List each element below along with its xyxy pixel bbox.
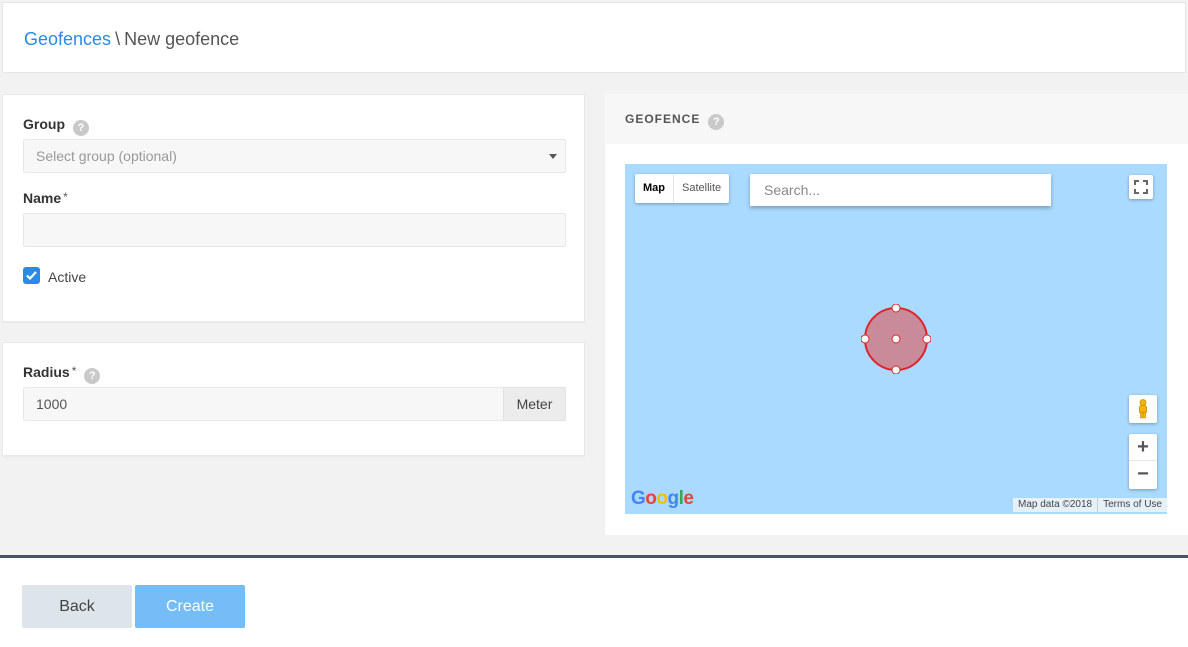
radius-label: Radius *? <box>23 364 101 384</box>
group-select[interactable]: Select group (optional) <box>23 139 566 173</box>
active-label: Active <box>48 269 87 285</box>
geofence-card: GEOFENCE? Map Satellite Search... + − Go… <box>605 94 1188 535</box>
zoom-out-button[interactable]: − <box>1129 461 1157 488</box>
zoom-control: + − <box>1129 434 1157 489</box>
breadcrumb: Geofences \ New geofence <box>24 29 239 50</box>
terms-of-use-link[interactable]: Terms of Use <box>1097 498 1167 512</box>
center-handle[interactable] <box>891 334 901 344</box>
form-footer: Back Create <box>0 555 1188 647</box>
chevron-down-icon <box>549 154 557 159</box>
radius-handle-top[interactable] <box>891 304 901 313</box>
radius-card: Radius *? 1000 Meter <box>2 342 585 456</box>
breadcrumb-current: New geofence <box>124 29 240 49</box>
group-select-placeholder: Select group (optional) <box>36 148 177 164</box>
fullscreen-icon <box>1134 180 1148 194</box>
pegman-icon <box>1139 399 1147 419</box>
geofence-title: GEOFENCE? <box>625 112 725 130</box>
map-attribution: Map data ©2018 Terms of Use <box>1013 498 1167 512</box>
checkmark-icon <box>26 271 37 281</box>
google-logo: Google <box>631 488 694 509</box>
radius-label-text: Radius <box>23 364 70 380</box>
map-type-control: Map Satellite <box>635 174 730 203</box>
breadcrumb-link-geofences[interactable]: Geofences <box>24 29 111 49</box>
map-type-map-button[interactable]: Map <box>635 174 674 203</box>
required-mark: * <box>71 364 77 378</box>
name-label-text: Name <box>23 190 62 206</box>
radius-handle-right[interactable] <box>922 334 931 344</box>
breadcrumb-separator: \ <box>115 29 121 49</box>
radius-input[interactable]: 1000 <box>23 387 504 421</box>
radius-handle-left[interactable] <box>861 334 870 344</box>
street-view-button[interactable] <box>1129 395 1157 423</box>
general-settings-card: Group? Select group (optional) Name * Act… <box>2 94 585 322</box>
geofence-title-text: GEOFENCE <box>625 112 701 126</box>
radius-unit-addon: Meter <box>503 387 566 421</box>
active-checkbox[interactable] <box>23 267 40 284</box>
page-header: Geofences \ New geofence <box>2 2 1186 73</box>
zoom-in-button[interactable]: + <box>1129 434 1157 461</box>
fullscreen-button[interactable] <box>1129 175 1153 199</box>
group-label-text: Group <box>23 116 65 132</box>
create-button[interactable]: Create <box>135 585 245 628</box>
group-label: Group? <box>23 116 89 136</box>
map-search-input[interactable]: Search... <box>750 174 1051 206</box>
geofence-circle[interactable] <box>861 304 931 374</box>
geofence-card-header: GEOFENCE? <box>605 94 1188 144</box>
group-help-icon[interactable]: ? <box>73 120 89 136</box>
radius-help-icon[interactable]: ? <box>84 368 101 384</box>
back-button[interactable]: Back <box>22 585 132 628</box>
map-data-text: Map data ©2018 <box>1018 499 1093 510</box>
required-mark: * <box>63 190 68 204</box>
name-label: Name * <box>23 190 68 206</box>
radius-handle-bottom[interactable] <box>891 365 901 374</box>
geofence-help-icon[interactable]: ? <box>708 114 725 130</box>
map-type-satellite-button[interactable]: Satellite <box>674 174 729 203</box>
name-field[interactable] <box>23 213 566 247</box>
map[interactable]: Map Satellite Search... + − Google Map d… <box>625 164 1167 514</box>
